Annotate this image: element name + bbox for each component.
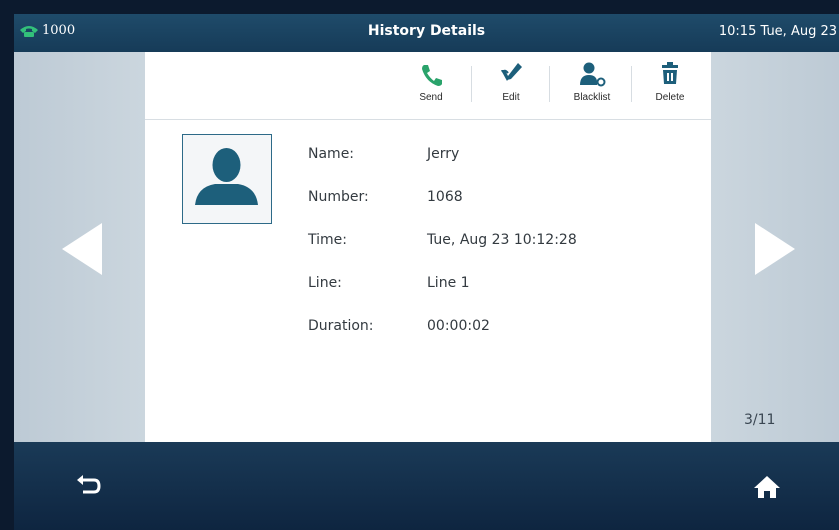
page-indicator: 3/11 xyxy=(744,412,776,428)
person-silhouette-icon xyxy=(195,148,258,205)
trash-icon xyxy=(662,62,678,84)
edit-label: Edit xyxy=(502,92,520,103)
delete-label: Delete xyxy=(655,92,685,103)
delete-button[interactable]: Delete xyxy=(641,60,699,114)
edit-pen-icon xyxy=(501,63,522,81)
toolbar-divider xyxy=(631,66,632,102)
edit-button[interactable]: Edit xyxy=(482,60,540,114)
time-label: Time: xyxy=(308,232,347,248)
details-panel: Send Edit Blacklist Delete Name: Jerry N… xyxy=(145,52,711,442)
clock: 10:15 Tue, Aug 23 xyxy=(718,24,837,39)
triangle-right-icon[interactable] xyxy=(755,223,795,275)
number-value: 1068 xyxy=(427,189,463,205)
line-label: Line: xyxy=(308,275,342,291)
back-button[interactable] xyxy=(74,472,104,502)
duration-label: Duration: xyxy=(308,318,374,334)
time-value: Tue, Aug 23 10:12:28 xyxy=(427,232,577,248)
blacklist-label: Blacklist xyxy=(573,92,611,103)
blacklist-button[interactable]: Blacklist xyxy=(563,60,621,114)
line-value: Line 1 xyxy=(427,275,470,291)
send-button[interactable]: Send xyxy=(402,60,460,114)
name-value: Jerry xyxy=(427,146,460,162)
number-label: Number: xyxy=(308,189,369,205)
name-label: Name: xyxy=(308,146,355,162)
send-label: Send xyxy=(419,92,443,103)
phone-call-icon xyxy=(422,65,442,86)
home-button[interactable] xyxy=(752,472,782,502)
home-icon xyxy=(754,476,780,498)
toolbar-divider xyxy=(549,66,550,102)
back-arrow-icon xyxy=(77,475,101,494)
avatar xyxy=(182,134,272,224)
duration-value: 00:00:02 xyxy=(427,318,490,334)
bottom-bar xyxy=(14,442,839,530)
triangle-left-icon[interactable] xyxy=(62,223,102,275)
page-title: History Details xyxy=(367,23,486,39)
toolbar: Send Edit Blacklist Delete xyxy=(145,52,711,120)
toolbar-divider xyxy=(471,66,472,102)
main-area: Send Edit Blacklist Delete Name: Jerry N… xyxy=(14,52,839,442)
status-bar: 1000 History Details 10:15 Tue, Aug 23 xyxy=(14,14,839,52)
person-block-icon xyxy=(580,62,606,87)
